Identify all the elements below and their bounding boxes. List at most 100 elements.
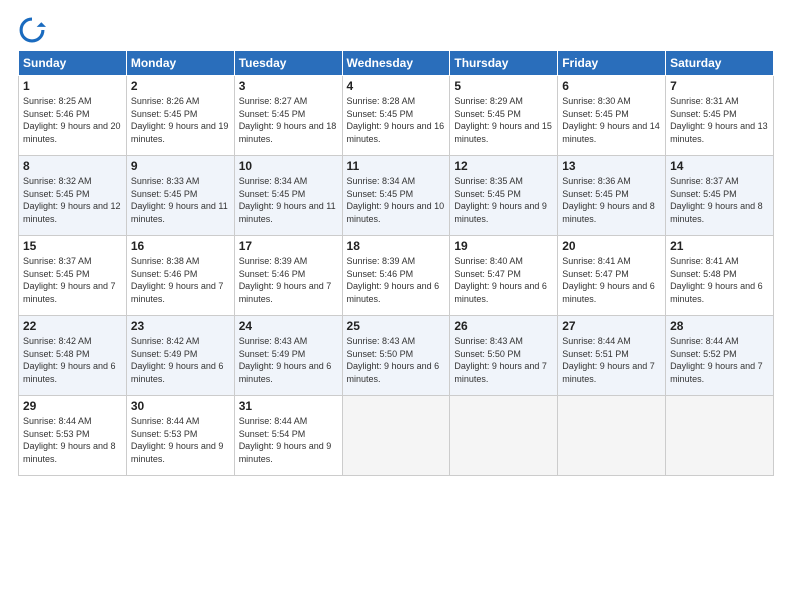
day-number: 30 — [131, 399, 230, 413]
calendar-day-cell: 19 Sunrise: 8:40 AMSunset: 5:47 PMDayligh… — [450, 236, 558, 316]
calendar-day-cell — [450, 396, 558, 476]
weekday-header: Saturday — [666, 51, 774, 76]
calendar-day-cell: 28 Sunrise: 8:44 AMSunset: 5:52 PMDayligh… — [666, 316, 774, 396]
calendar-day-cell: 16 Sunrise: 8:38 AMSunset: 5:46 PMDayligh… — [126, 236, 234, 316]
day-number: 12 — [454, 159, 553, 173]
calendar-day-cell: 30 Sunrise: 8:44 AMSunset: 5:53 PMDayligh… — [126, 396, 234, 476]
day-number: 3 — [239, 79, 338, 93]
calendar-week-row: 22 Sunrise: 8:42 AMSunset: 5:48 PMDayligh… — [19, 316, 774, 396]
day-info: Sunrise: 8:39 AMSunset: 5:46 PMDaylight:… — [239, 255, 338, 305]
day-number: 28 — [670, 319, 769, 333]
calendar-day-cell: 18 Sunrise: 8:39 AMSunset: 5:46 PMDayligh… — [342, 236, 450, 316]
calendar-day-cell: 10Sunrise: 8:34 AMSunset: 5:45 PMDayligh… — [234, 156, 342, 236]
calendar-week-row: 15 Sunrise: 8:37 AMSunset: 5:45 PMDayligh… — [19, 236, 774, 316]
day-info: Sunrise: 8:42 AMSunset: 5:48 PMDaylight:… — [23, 335, 122, 385]
day-info: Sunrise: 8:39 AMSunset: 5:46 PMDaylight:… — [347, 255, 446, 305]
day-info: Sunrise: 8:44 AMSunset: 5:53 PMDaylight:… — [131, 415, 230, 465]
calendar-day-cell — [558, 396, 666, 476]
day-info: Sunrise: 8:44 AMSunset: 5:54 PMDaylight:… — [239, 415, 338, 465]
day-number: 23 — [131, 319, 230, 333]
day-info: Sunrise: 8:29 AMSunset: 5:45 PMDaylight:… — [454, 95, 553, 145]
weekday-header: Friday — [558, 51, 666, 76]
calendar-day-cell — [666, 396, 774, 476]
day-info: Sunrise: 8:36 AMSunset: 5:45 PMDaylight:… — [562, 175, 661, 225]
day-number: 19 — [454, 239, 553, 253]
day-number: 5 — [454, 79, 553, 93]
day-info: Sunrise: 8:43 AMSunset: 5:50 PMDaylight:… — [347, 335, 446, 385]
day-number: 24 — [239, 319, 338, 333]
day-number: 26 — [454, 319, 553, 333]
day-number: 16 — [131, 239, 230, 253]
calendar-day-cell: 17 Sunrise: 8:39 AMSunset: 5:46 PMDayligh… — [234, 236, 342, 316]
day-info: Sunrise: 8:44 AMSunset: 5:52 PMDaylight:… — [670, 335, 769, 385]
day-number: 7 — [670, 79, 769, 93]
day-info: Sunrise: 8:43 AMSunset: 5:49 PMDaylight:… — [239, 335, 338, 385]
weekday-header: Sunday — [19, 51, 127, 76]
day-info: Sunrise: 8:43 AMSunset: 5:50 PMDaylight:… — [454, 335, 553, 385]
day-info: Sunrise: 8:35 AMSunset: 5:45 PMDaylight:… — [454, 175, 553, 225]
day-number: 17 — [239, 239, 338, 253]
calendar-day-cell: 4Sunrise: 8:28 AMSunset: 5:45 PMDaylight… — [342, 76, 450, 156]
day-number: 25 — [347, 319, 446, 333]
day-number: 20 — [562, 239, 661, 253]
calendar-day-cell: 8 Sunrise: 8:32 AMSunset: 5:45 PMDaylight… — [19, 156, 127, 236]
calendar-day-cell: 15 Sunrise: 8:37 AMSunset: 5:45 PMDayligh… — [19, 236, 127, 316]
day-info: Sunrise: 8:38 AMSunset: 5:46 PMDaylight:… — [131, 255, 230, 305]
calendar-day-cell: 6 Sunrise: 8:30 AMSunset: 5:45 PMDaylight… — [558, 76, 666, 156]
day-info: Sunrise: 8:44 AMSunset: 5:51 PMDaylight:… — [562, 335, 661, 385]
calendar-week-row: 1 Sunrise: 8:25 AMSunset: 5:46 PMDaylight… — [19, 76, 774, 156]
day-info: Sunrise: 8:37 AMSunset: 5:45 PMDaylight:… — [670, 175, 769, 225]
day-info: Sunrise: 8:27 AMSunset: 5:45 PMDaylight:… — [239, 95, 338, 145]
day-info: Sunrise: 8:30 AMSunset: 5:45 PMDaylight:… — [562, 95, 661, 145]
calendar-day-cell — [342, 396, 450, 476]
calendar-day-cell: 23 Sunrise: 8:42 AMSunset: 5:49 PMDayligh… — [126, 316, 234, 396]
day-number: 8 — [23, 159, 122, 173]
day-number: 9 — [131, 159, 230, 173]
calendar-day-cell: 22 Sunrise: 8:42 AMSunset: 5:48 PMDayligh… — [19, 316, 127, 396]
calendar-day-cell: 21Sunrise: 8:41 AMSunset: 5:48 PMDayligh… — [666, 236, 774, 316]
calendar: SundayMondayTuesdayWednesdayThursdayFrid… — [18, 50, 774, 476]
day-info: Sunrise: 8:33 AMSunset: 5:45 PMDaylight:… — [131, 175, 230, 225]
day-info: Sunrise: 8:44 AMSunset: 5:53 PMDaylight:… — [23, 415, 122, 465]
day-number: 11 — [347, 159, 446, 173]
day-info: Sunrise: 8:41 AMSunset: 5:47 PMDaylight:… — [562, 255, 661, 305]
calendar-day-cell: 20 Sunrise: 8:41 AMSunset: 5:47 PMDayligh… — [558, 236, 666, 316]
day-info: Sunrise: 8:31 AMSunset: 5:45 PMDaylight:… — [670, 95, 769, 145]
day-info: Sunrise: 8:25 AMSunset: 5:46 PMDaylight:… — [23, 95, 122, 145]
calendar-day-cell: 24 Sunrise: 8:43 AMSunset: 5:49 PMDayligh… — [234, 316, 342, 396]
day-info: Sunrise: 8:37 AMSunset: 5:45 PMDaylight:… — [23, 255, 122, 305]
weekday-header: Wednesday — [342, 51, 450, 76]
weekday-header: Tuesday — [234, 51, 342, 76]
day-number: 22 — [23, 319, 122, 333]
calendar-day-cell: 12 Sunrise: 8:35 AMSunset: 5:45 PMDayligh… — [450, 156, 558, 236]
logo — [18, 16, 50, 44]
day-number: 15 — [23, 239, 122, 253]
calendar-day-cell: 13 Sunrise: 8:36 AMSunset: 5:45 PMDayligh… — [558, 156, 666, 236]
page: SundayMondayTuesdayWednesdayThursdayFrid… — [0, 0, 792, 612]
day-info: Sunrise: 8:32 AMSunset: 5:45 PMDaylight:… — [23, 175, 122, 225]
day-number: 18 — [347, 239, 446, 253]
calendar-day-cell: 9 Sunrise: 8:33 AMSunset: 5:45 PMDaylight… — [126, 156, 234, 236]
calendar-day-cell: 26 Sunrise: 8:43 AMSunset: 5:50 PMDayligh… — [450, 316, 558, 396]
day-info: Sunrise: 8:42 AMSunset: 5:49 PMDaylight:… — [131, 335, 230, 385]
day-info: Sunrise: 8:34 AMSunset: 5:45 PMDaylight:… — [239, 175, 338, 225]
calendar-day-cell: 2Sunrise: 8:26 AMSunset: 5:45 PMDaylight… — [126, 76, 234, 156]
calendar-day-cell: 1 Sunrise: 8:25 AMSunset: 5:46 PMDaylight… — [19, 76, 127, 156]
calendar-header-row: SundayMondayTuesdayWednesdayThursdayFrid… — [19, 51, 774, 76]
day-number: 31 — [239, 399, 338, 413]
calendar-week-row: 8 Sunrise: 8:32 AMSunset: 5:45 PMDaylight… — [19, 156, 774, 236]
calendar-day-cell: 11 Sunrise: 8:34 AMSunset: 5:45 PMDayligh… — [342, 156, 450, 236]
day-info: Sunrise: 8:40 AMSunset: 5:47 PMDaylight:… — [454, 255, 553, 305]
day-info: Sunrise: 8:34 AMSunset: 5:45 PMDaylight:… — [347, 175, 446, 225]
weekday-header: Monday — [126, 51, 234, 76]
calendar-week-row: 29 Sunrise: 8:44 AMSunset: 5:53 PMDayligh… — [19, 396, 774, 476]
weekday-header: Thursday — [450, 51, 558, 76]
day-number: 6 — [562, 79, 661, 93]
calendar-day-cell: 14Sunrise: 8:37 AMSunset: 5:45 PMDayligh… — [666, 156, 774, 236]
calendar-day-cell: 5 Sunrise: 8:29 AMSunset: 5:45 PMDaylight… — [450, 76, 558, 156]
day-number: 29 — [23, 399, 122, 413]
day-number: 1 — [23, 79, 122, 93]
day-number: 4 — [347, 79, 446, 93]
day-number: 13 — [562, 159, 661, 173]
day-info: Sunrise: 8:41 AMSunset: 5:48 PMDaylight:… — [670, 255, 769, 305]
